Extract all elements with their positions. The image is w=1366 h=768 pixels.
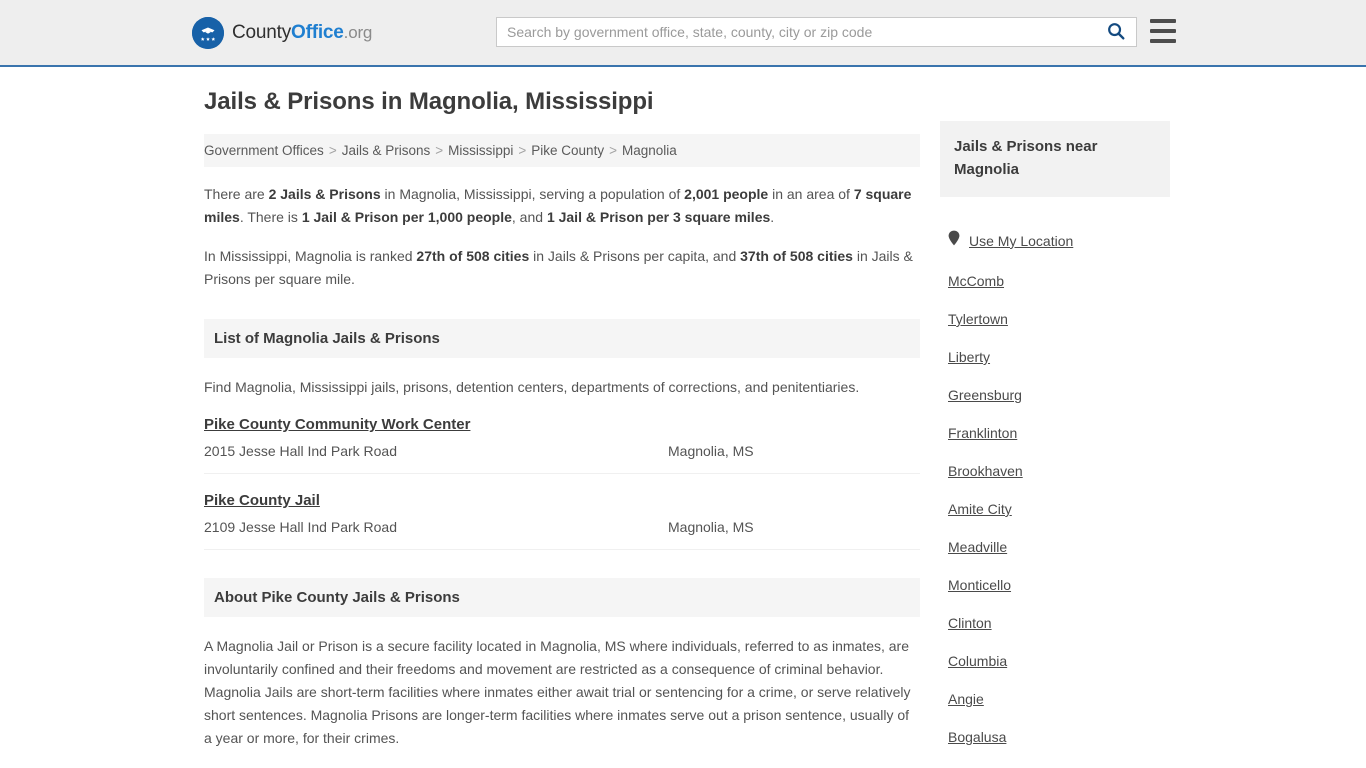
sidebar-city-link-clinton[interactable]: Clinton [940,615,1170,631]
listing-name-link[interactable]: Pike County Community Work Center [204,416,470,433]
sidebar-city-link-brookhaven[interactable]: Brookhaven [940,463,1170,479]
site-header: CountyOffice.org [0,0,1366,67]
sidebar: Jails & Prisons near Magnolia Use My Loc… [940,121,1170,768]
sidebar-city-link-tylertown[interactable]: Tylertown [940,311,1170,327]
listing-address-row: 2109 Jesse Hall Ind Park Road Magnolia, … [204,519,920,535]
intro-per-capita: 1 Jail & Prison per 1,000 people [301,209,512,225]
breadcrumb: Government Offices > Jails & Prisons > Missi… [204,134,920,167]
breadcrumb-separator: > [609,143,617,158]
sidebar-city-link-amite-city[interactable]: Amite City [940,501,1170,517]
ranking-text: In Mississippi, Magnolia is ranked [204,248,417,264]
listing-item: Pike County Community Work Center 2015 J… [204,398,920,474]
sidebar-city-link-franklinton[interactable]: Franklinton [940,425,1170,441]
site-logo-text: CountyOffice.org [232,22,372,44]
sidebar-city-link-angie[interactable]: Angie [940,691,1170,707]
listing-name-link[interactable]: Pike County Jail [204,492,320,509]
listing-city-state: Magnolia, MS [668,443,754,459]
sidebar-city-link-monticello[interactable]: Monticello [940,577,1170,593]
breadcrumb-item-jails-prisons[interactable]: Jails & Prisons [342,143,431,158]
about-section-body: A Magnolia Jail or Prison is a secure fa… [204,638,911,746]
listing-street: 2109 Jesse Hall Ind Park Road [204,519,397,535]
intro-text: . [770,209,775,225]
sidebar-city-link-meadville[interactable]: Meadville [940,539,1170,555]
breadcrumb-item-government-offices[interactable]: Government Offices [204,143,324,158]
logo-text-org: .org [343,23,373,42]
breadcrumb-separator: > [328,143,337,158]
use-my-location-label[interactable]: Use My Location [969,233,1073,249]
listing-city-state: Magnolia, MS [668,519,754,535]
breadcrumb-item-mississippi[interactable]: Mississippi [448,143,513,158]
breadcrumb-item-magnolia[interactable]: Magnolia [622,143,677,158]
list-section-subtitle: Find Magnolia, Mississippi jails, prison… [204,379,860,395]
intro-stats-paragraph: There are 2 Jails & Prisons in Magnolia,… [204,183,920,229]
intro-population: 2,001 people [684,186,769,202]
search-button[interactable] [1096,18,1136,46]
ranking-paragraph: In Mississippi, Magnolia is ranked 27th … [204,245,920,291]
page-title: Jails & Prisons in Magnolia, Mississippi [204,88,654,115]
intro-count: 2 Jails & Prisons [268,186,381,202]
sidebar-city-link-greensburg[interactable]: Greensburg [940,387,1170,403]
intro-text: , and [511,209,547,225]
intro-text: There are [204,186,269,202]
list-section-heading: List of Magnolia Jails & Prisons [204,319,920,358]
menu-bar-2 [1150,29,1176,33]
logo-text-county: County [232,22,292,43]
intro-text: . There is [239,209,302,225]
breadcrumb-separator: > [435,143,444,158]
main-content: Jails & Prisons in Magnolia, Mississippi… [204,88,920,768]
logo-text-office: Office [291,22,344,43]
menu-bar-1 [1150,19,1176,23]
search-icon [1107,22,1125,43]
hamburger-menu-icon[interactable] [1150,19,1176,43]
breadcrumb-item-pike-county[interactable]: Pike County [531,143,604,158]
listing-item: Pike County Jail 2109 Jesse Hall Ind Par… [204,474,920,550]
map-pin-icon [948,230,960,251]
site-logo[interactable]: CountyOffice.org [192,17,372,49]
ranking-per-area: 37th of 508 cities [740,248,853,264]
search-input[interactable] [497,18,1096,46]
sidebar-heading: Jails & Prisons near Magnolia [940,121,1170,197]
use-my-location-row[interactable]: Use My Location [940,230,1170,251]
breadcrumb-separator: > [518,143,527,158]
eagle-stars-seal-icon [192,17,224,49]
sidebar-city-link-liberty[interactable]: Liberty [940,349,1170,365]
ranking-per-capita: 27th of 508 cities [416,248,530,264]
listing-street: 2015 Jesse Hall Ind Park Road [204,443,397,459]
listing-address-row: 2015 Jesse Hall Ind Park Road Magnolia, … [204,443,920,459]
ranking-text: in Jails & Prisons per capita, and [529,248,741,264]
sidebar-city-link-columbia[interactable]: Columbia [940,653,1170,669]
intro-text: in Magnolia, Mississippi, serving a popu… [380,186,685,202]
search-bar[interactable] [496,17,1137,47]
intro-per-area: 1 Jail & Prison per 3 square miles [546,209,771,225]
sidebar-city-link-mccomb[interactable]: McComb [940,273,1170,289]
sidebar-city-link-bogalusa[interactable]: Bogalusa [940,729,1170,745]
menu-bar-3 [1150,39,1176,43]
about-section-heading: About Pike County Jails & Prisons [204,578,920,617]
intro-text: in an area of [768,186,854,202]
